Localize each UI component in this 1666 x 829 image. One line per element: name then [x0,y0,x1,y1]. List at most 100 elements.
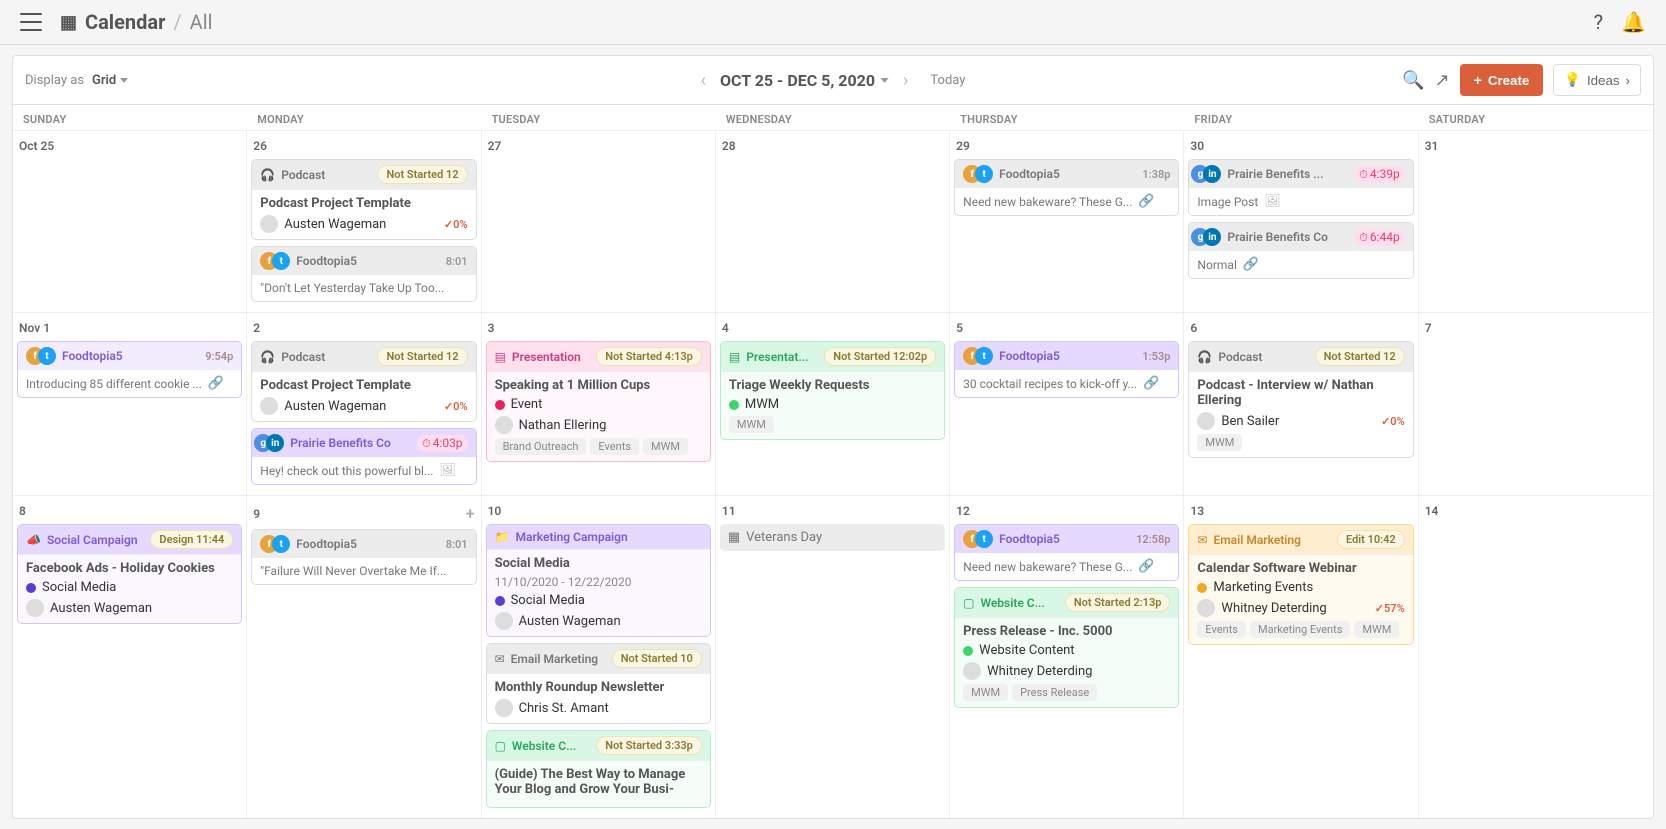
share-icon[interactable]: ↗ [1435,70,1450,91]
event-card[interactable]: ftFoodtopia59:54p Introducing 85 differe… [17,341,242,398]
envelope-icon: ✉ [1197,533,1207,547]
add-event-icon[interactable]: + [466,504,475,523]
event-card[interactable]: 🎧PodcastNot Started 12 Podcast Project T… [251,341,476,422]
prev-icon[interactable]: ‹ [701,70,706,91]
event-card[interactable]: ✉Email MarketingNot Started 10 Monthly R… [486,643,711,724]
help-icon[interactable]: ? [1594,10,1603,34]
podcast-icon: 🎧 [260,350,275,364]
event-card[interactable]: ginPrairie Benefits Co6:44p Normal🔗 [1188,222,1413,279]
day-cell[interactable]: 4 ▤Presentat...Not Started 12:02p Triage… [716,312,950,495]
event-card[interactable]: 📣Social CampaignDesign 11:44 Facebook Ad… [17,524,242,624]
dow-wed: WEDNESDAY [716,105,950,130]
day-cell[interactable]: 10 📁Marketing Campaign Social Media 11/1… [482,495,716,818]
today-button[interactable]: Today [930,73,965,88]
link-icon: 🔗 [208,376,224,391]
dow-sat: SATURDAY [1419,105,1653,130]
event-card[interactable]: ftFoodtopia51:53p 30 cocktail recipes to… [954,341,1179,398]
display-as-label: Display as [25,73,84,88]
day-cell[interactable]: 12 ftFoodtopia512:58p Need new bakeware?… [950,495,1184,818]
event-card[interactable]: ▤Presentat...Not Started 12:02p Triage W… [720,341,945,440]
breadcrumb-sep: / [173,10,181,34]
avatar [495,612,513,630]
status-badge: Not Started 12 [377,165,467,184]
event-card[interactable]: ▤PresentationNot Started 4:13p Speaking … [486,341,711,462]
menu-icon[interactable] [20,13,42,31]
window-icon: ▢ [495,739,506,753]
megaphone-icon: 📣 [26,533,41,547]
lightbulb-icon: 💡 [1564,72,1581,88]
calendar-panel: Display as Grid ‹ OCT 25 - DEC 5, 2020 ›… [12,55,1654,819]
next-icon[interactable]: › [903,70,908,91]
day-cell[interactable]: 5 ftFoodtopia51:53p 30 cocktail recipes … [950,312,1184,495]
image-icon: 🖼 [1264,194,1281,209]
event-card[interactable]: ftFoodtopia512:58p Need new bakeware? Th… [954,524,1179,581]
podcast-icon: 🎧 [1197,350,1212,364]
dow-thu: THURSDAY [950,105,1184,130]
day-cell[interactable]: 11 ▦Veterans Day [716,495,950,818]
avatar [963,662,981,680]
day-cell[interactable]: 31 [1419,130,1653,312]
holiday-item[interactable]: ▦Veterans Day [720,524,945,551]
day-cell[interactable]: 8 📣Social CampaignDesign 11:44 Facebook … [13,495,247,818]
avatar [495,699,513,717]
event-card[interactable]: 🎧PodcastNot Started 12 Podcast Project T… [251,159,476,240]
display-mode-select[interactable]: Grid [92,73,128,88]
day-cell[interactable]: 9+ ftFoodtopia58:01 "Failure Will Never … [247,495,481,818]
day-cell[interactable]: 28 [716,130,950,312]
avatar [1197,599,1215,617]
dow-tue: TUESDAY [482,105,716,130]
search-icon[interactable]: 🔍 [1402,70,1424,91]
avatar [26,599,44,617]
dow-fri: FRIDAY [1184,105,1418,130]
day-cell[interactable]: 7 [1419,312,1653,495]
avatar [495,416,513,434]
podcast-icon: 🎧 [260,168,275,182]
event-card[interactable]: 🎧PodcastNot Started 12 Podcast - Intervi… [1188,341,1413,458]
day-cell[interactable]: 13 ✉Email MarketingEdit 10:42 Calendar S… [1184,495,1418,818]
event-card[interactable]: ▢Website C...Not Started 3:33p (Guide) T… [486,730,711,808]
presentation-icon: ▤ [495,350,506,364]
event-card[interactable]: ginPrairie Benefits Co4:03p Hey! check o… [251,428,476,485]
event-card[interactable]: ▢Website C...Not Started 2:13p Press Rel… [954,587,1179,708]
event-card[interactable]: ✉Email MarketingEdit 10:42 Calendar Soft… [1188,524,1413,645]
breadcrumb: ▦ Calendar / All [60,10,212,34]
day-cell[interactable]: Nov 1 ftFoodtopia59:54p Introducing 85 d… [13,312,247,495]
day-cell[interactable]: 30 ginPrairie Benefits ...4:39p Image Po… [1184,130,1418,312]
envelope-icon: ✉ [495,652,505,666]
day-cell[interactable]: 27 [482,130,716,312]
event-card[interactable]: 📁Marketing Campaign Social Media 11/10/2… [486,524,711,637]
chevron-down-icon [120,78,128,83]
image-icon: 🖼 [439,463,456,478]
top-bar: ▦ Calendar / All ? 🔔 [0,0,1666,45]
calendar-grid: Oct 25 26 🎧PodcastNot Started 12 Podcast… [13,130,1653,818]
create-button[interactable]: +Create [1460,64,1544,96]
event-card[interactable]: ginPrairie Benefits ...4:39p Image Post🖼 [1188,159,1413,216]
day-cell[interactable]: 26 🎧PodcastNot Started 12 Podcast Projec… [247,130,481,312]
day-cell[interactable]: 29 ftFoodtopia51:38p Need new bakeware? … [950,130,1184,312]
calendar-icon: ▦ [60,12,77,33]
dow-mon: MONDAY [247,105,481,130]
day-cell[interactable]: 14 [1419,495,1653,818]
day-cell[interactable]: 2 🎧PodcastNot Started 12 Podcast Project… [247,312,481,495]
window-icon: ▢ [963,596,974,610]
folder-icon: 📁 [495,530,510,544]
avatar [260,397,278,415]
avatar [1197,412,1215,430]
day-cell[interactable]: 6 🎧PodcastNot Started 12 Podcast - Inter… [1184,312,1418,495]
event-card[interactable]: ftFoodtopia51:38p Need new bakeware? The… [954,159,1179,216]
day-cell[interactable]: 3 ▤PresentationNot Started 4:13p Speakin… [482,312,716,495]
bell-icon[interactable]: 🔔 [1621,10,1646,34]
event-card[interactable]: ftFoodtopia58:01 "Failure Will Never Ove… [251,529,476,585]
link-icon: 🔗 [1143,376,1159,391]
event-card[interactable]: ftFoodtopia58:01 "Don't Let Yesterday Ta… [251,246,476,302]
calendar-toolbar: Display as Grid ‹ OCT 25 - DEC 5, 2020 ›… [13,56,1653,105]
ideas-button[interactable]: 💡Ideas› [1553,64,1641,96]
breadcrumb-section[interactable]: All [190,10,213,34]
presentation-icon: ▤ [729,350,740,364]
date-nav: ‹ OCT 25 - DEC 5, 2020 › Today [701,70,966,91]
dow-sun: SUNDAY [13,105,247,130]
day-cell[interactable]: Oct 25 [13,130,247,312]
breadcrumb-title[interactable]: Calendar [85,10,165,34]
date-range-select[interactable]: OCT 25 - DEC 5, 2020 [720,71,889,90]
plus-icon: + [1474,72,1482,88]
